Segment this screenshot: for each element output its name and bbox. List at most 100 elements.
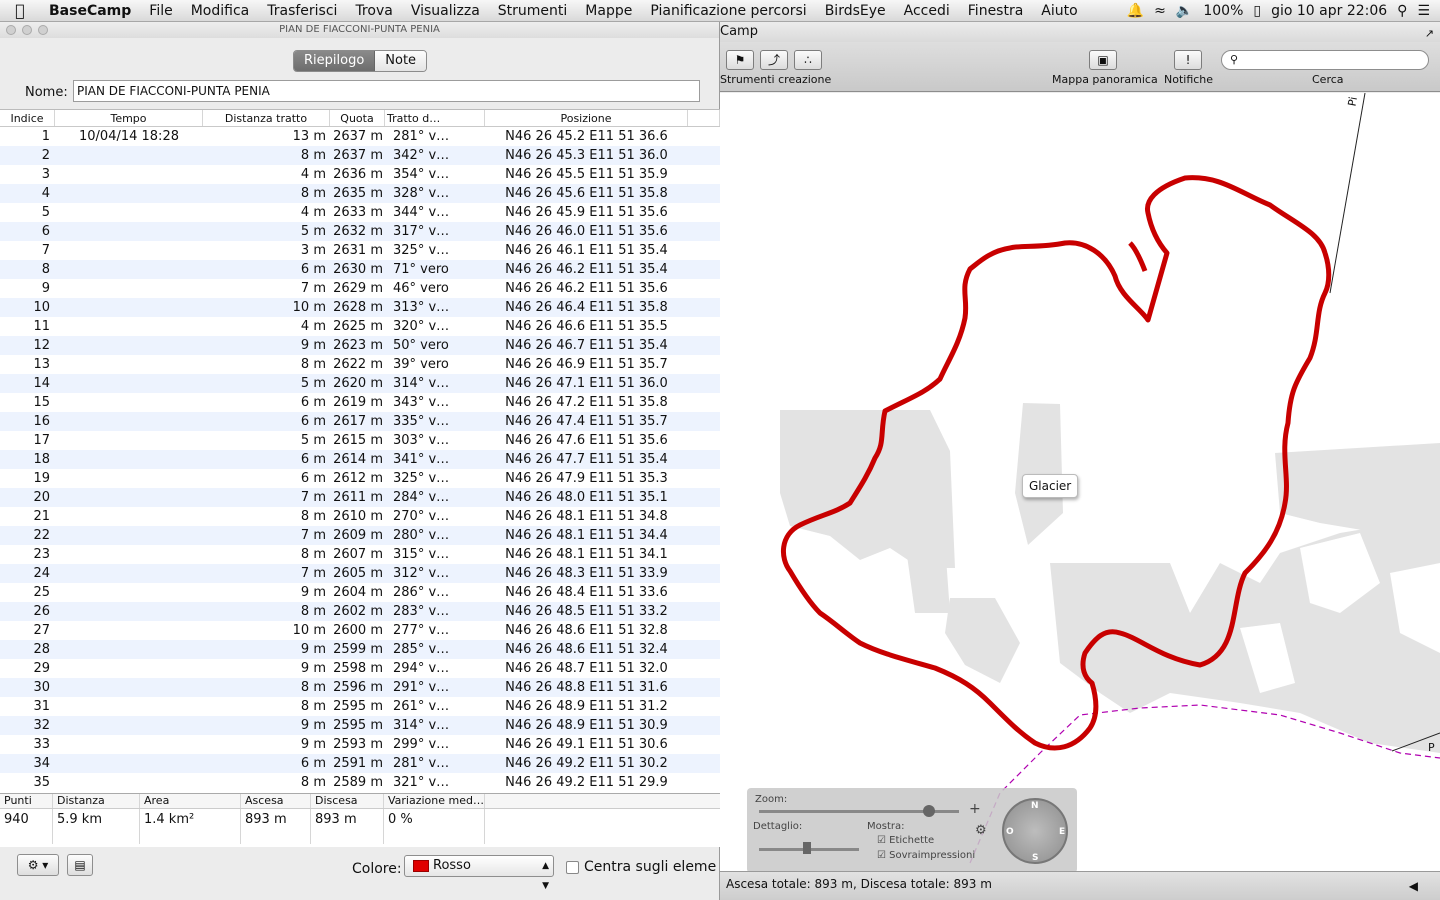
detail-slider-knob[interactable]: [803, 842, 811, 854]
menu-trasferisci[interactable]: Trasferisci: [258, 3, 346, 19]
hud-detail-label: Dettaglio:: [753, 821, 803, 832]
table-row[interactable]: 32 9 m 2595 m 314° v… N46 26 48.9 E11 51 30.…: [0, 716, 720, 735]
table-row[interactable]: 3 4 m 2636 m 354° v… N46 26 45.5 E11 51 35.9: [0, 165, 720, 184]
menu-pianificazione-percorsi[interactable]: Pianificazione percorsi: [641, 3, 815, 19]
menu-aiuto[interactable]: Aiuto: [1032, 3, 1086, 19]
close-button[interactable]: [6, 25, 16, 35]
table-row[interactable]: 2 8 m 2637 m 342° v… N46 26 45.3 E11 51 36.0: [0, 146, 720, 165]
profile-graph-button[interactable]: ▤: [67, 854, 93, 876]
table-row[interactable]: 12 9 m 2623 m 50° vero N46 26 46.7 E11 51 35…: [0, 336, 720, 355]
col-spacer: [688, 110, 720, 126]
fullscreen-icon[interactable]: ↗: [1425, 24, 1434, 44]
checkbox-box[interactable]: [566, 860, 579, 874]
table-row[interactable]: 19 6 m 2612 m 325° v… N46 26 47.9 E11 51 35.…: [0, 469, 720, 488]
table-row[interactable]: 26 8 m 2602 m 283° v… N46 26 48.5 E11 51 33.…: [0, 602, 720, 621]
tab-note[interactable]: Note: [375, 51, 427, 71]
menu-modifica[interactable]: Modifica: [182, 3, 259, 19]
cell-tempo: [55, 526, 203, 545]
table-row[interactable]: 34 6 m 2591 m 281° v… N46 26 49.2 E11 51 30.…: [0, 754, 720, 773]
trackpoints-table[interactable]: Indice Tempo Distanza tratto Quota Tratt…: [0, 109, 720, 805]
track-tool-button[interactable]: ∴: [794, 50, 822, 70]
search-input[interactable]: ⚲: [1221, 50, 1429, 70]
hud-labels-check[interactable]: ☑ Etichette: [877, 835, 934, 846]
col-quota[interactable]: Quota: [330, 110, 385, 126]
table-row[interactable]: 27 10 m 2600 m 277° v… N46 26 48.6 E11 51 32…: [0, 621, 720, 640]
volume-icon[interactable]: 🔈: [1176, 3, 1193, 19]
menu-app-name[interactable]: BaseCamp: [40, 3, 140, 19]
cell-spacer: [688, 431, 720, 450]
table-row[interactable]: 6 5 m 2632 m 317° v… N46 26 46.0 E11 51 35.6: [0, 222, 720, 241]
zoom-in-icon[interactable]: +: [969, 801, 981, 817]
table-row[interactable]: 4 8 m 2635 m 328° v… N46 26 45.6 E11 51 35.8: [0, 184, 720, 203]
menu-strumenti[interactable]: Strumenti: [489, 3, 577, 19]
spotlight-icon[interactable]: ⚲: [1397, 3, 1407, 19]
table-row[interactable]: 8 6 m 2630 m 71° vero N46 26 46.2 E11 51 35.…: [0, 260, 720, 279]
menu-mappe[interactable]: Mappe: [576, 3, 641, 19]
battery-text[interactable]: 100%: [1203, 3, 1243, 19]
table-row[interactable]: 20 7 m 2611 m 284° v… N46 26 48.0 E11 51 35.…: [0, 488, 720, 507]
sidebar-toggle-icon[interactable]: ◀: [1409, 874, 1418, 898]
color-select[interactable]: Rosso ▲ ▼: [404, 855, 554, 891]
clock[interactable]: gio 10 apr 22:06: [1271, 3, 1387, 19]
table-row[interactable]: 33 9 m 2593 m 299° v… N46 26 49.1 E11 51 30.…: [0, 735, 720, 754]
col-tempo[interactable]: Tempo: [55, 110, 203, 126]
glacier-label[interactable]: Glacier: [1022, 474, 1079, 498]
apple-menu-icon[interactable]: : [0, 1, 40, 20]
table-row[interactable]: 7 3 m 2631 m 325° v… N46 26 46.1 E11 51 35.4: [0, 241, 720, 260]
table-row[interactable]: 25 9 m 2604 m 286° v… N46 26 48.4 E11 51 33.…: [0, 583, 720, 602]
table-row[interactable]: 28 9 m 2599 m 285° v… N46 26 48.6 E11 51 32.…: [0, 640, 720, 659]
col-indice[interactable]: Indice: [0, 110, 55, 126]
route-tool-button[interactable]: ⤴: [760, 50, 788, 70]
gear-menu-button[interactable]: ⚙ ▾: [17, 854, 59, 876]
menu-file[interactable]: File: [140, 3, 181, 19]
compass[interactable]: N S E O: [1002, 798, 1068, 864]
battery-icon[interactable]: ▯: [1253, 3, 1261, 19]
notification-icon[interactable]: 🔔: [1127, 3, 1144, 19]
hud-overlays-check[interactable]: ☑ Sovraimpressioni: [877, 850, 975, 861]
col-distanza[interactable]: Distanza tratto: [203, 110, 330, 126]
table-row[interactable]: 17 5 m 2615 m 303° v… N46 26 47.6 E11 51 35.…: [0, 431, 720, 450]
table-row[interactable]: 30 8 m 2596 m 291° v… N46 26 48.8 E11 51 31.…: [0, 678, 720, 697]
table-row[interactable]: 21 8 m 2610 m 270° v… N46 26 48.1 E11 51 34.…: [0, 507, 720, 526]
table-row[interactable]: 10 10 m 2628 m 313° v… N46 26 46.4 E11 51 35…: [0, 298, 720, 317]
map-canvas[interactable]: Glacier Pi P Zoom: + Dettaglio: Mostra: …: [720, 93, 1440, 871]
table-row[interactable]: 11 4 m 2625 m 320° v… N46 26 46.6 E11 51 35.…: [0, 317, 720, 336]
table-row[interactable]: 23 8 m 2607 m 315° v… N46 26 48.1 E11 51 34.…: [0, 545, 720, 564]
table-row[interactable]: 15 6 m 2619 m 343° v… N46 26 47.2 E11 51 35.…: [0, 393, 720, 412]
col-tratto[interactable]: Tratto d…: [385, 110, 485, 126]
menu-visualizza[interactable]: Visualizza: [402, 3, 489, 19]
cell-spacer: [688, 659, 720, 678]
menu-finestra[interactable]: Finestra: [959, 3, 1033, 19]
table-row[interactable]: 13 8 m 2622 m 39° vero N46 26 46.9 E11 51 35…: [0, 355, 720, 374]
menu-birdseye[interactable]: BirdsEye: [816, 3, 895, 19]
center-checkbox[interactable]: Centra sugli eleme: [566, 859, 716, 875]
summary-table: Punti Distanza Area Ascesa Discesa Varia…: [0, 793, 720, 847]
table-row[interactable]: 16 6 m 2617 m 335° v… N46 26 47.4 E11 51 35.…: [0, 412, 720, 431]
table-row[interactable]: 18 6 m 2614 m 341° v… N46 26 47.7 E11 51 35.…: [0, 450, 720, 469]
table-row[interactable]: 29 9 m 2598 m 294° v… N46 26 48.7 E11 51 32.…: [0, 659, 720, 678]
notifications-button[interactable]: !: [1174, 50, 1202, 70]
overview-map-button[interactable]: ▣: [1089, 50, 1117, 70]
zoom-slider-knob[interactable]: [923, 805, 935, 817]
table-row[interactable]: 31 8 m 2595 m 261° v… N46 26 48.9 E11 51 31.…: [0, 697, 720, 716]
name-field[interactable]: PIAN DE FIACCONI-PUNTA PENIA: [73, 80, 700, 102]
zoom-button[interactable]: [38, 25, 48, 35]
minimize-button[interactable]: [22, 25, 32, 35]
table-row[interactable]: 22 7 m 2609 m 280° v… N46 26 48.1 E11 51 34.…: [0, 526, 720, 545]
table-row[interactable]: 1 10/04/14 18:28 13 m 2637 m 281° v… N46 26 4…: [0, 127, 720, 146]
wifi-icon[interactable]: ≈: [1154, 3, 1166, 19]
table-row[interactable]: 35 8 m 2589 m 321° v… N46 26 49.2 E11 51 29.…: [0, 773, 720, 792]
cell-tempo: [55, 298, 203, 317]
cell-distanza: 10 m: [292, 623, 326, 638]
menu-trova[interactable]: Trova: [346, 3, 401, 19]
list-icon[interactable]: ☰: [1417, 3, 1430, 19]
tab-riepilogo[interactable]: Riepilogo: [294, 51, 376, 71]
table-row[interactable]: 14 5 m 2620 m 314° v… N46 26 47.1 E11 51 36.…: [0, 374, 720, 393]
table-row[interactable]: 5 4 m 2633 m 344° v… N46 26 45.9 E11 51 35.6: [0, 203, 720, 222]
table-row[interactable]: 24 7 m 2605 m 312° v… N46 26 48.3 E11 51 33.…: [0, 564, 720, 583]
col-posizione[interactable]: Posizione: [485, 110, 688, 126]
flag-tool-button[interactable]: ⚑: [726, 50, 754, 70]
menu-accedi[interactable]: Accedi: [895, 3, 959, 19]
table-row[interactable]: 9 7 m 2629 m 46° vero N46 26 46.2 E11 51 35.…: [0, 279, 720, 298]
hud-settings-icon[interactable]: ⚙: [975, 823, 987, 838]
